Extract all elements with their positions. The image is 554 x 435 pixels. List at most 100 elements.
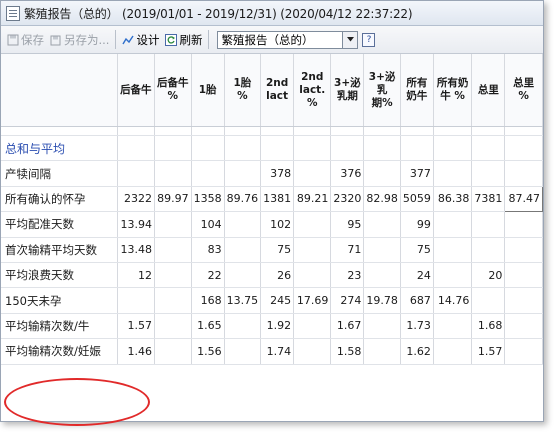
- save-button[interactable]: 保存: [4, 29, 47, 50]
- table-cell[interactable]: 26: [260, 262, 295, 289]
- table-cell[interactable]: 1.57: [117, 313, 155, 340]
- table-cell[interactable]: 95: [330, 211, 365, 238]
- table-cell[interactable]: 83: [191, 237, 225, 263]
- table-cell[interactable]: 2322: [117, 186, 155, 213]
- table-cell[interactable]: [117, 160, 155, 187]
- table-cell[interactable]: [363, 211, 401, 238]
- chevron-down-icon[interactable]: [343, 30, 359, 49]
- table-cell[interactable]: 1358: [191, 186, 225, 213]
- table-cell[interactable]: [224, 160, 262, 187]
- table-cell[interactable]: [471, 237, 506, 263]
- table-cell[interactable]: 1.73: [400, 313, 434, 340]
- table-cell[interactable]: 377: [400, 160, 434, 187]
- table-cell[interactable]: [433, 262, 473, 289]
- table-cell[interactable]: 1.57: [471, 338, 506, 365]
- table-cell[interactable]: [224, 338, 262, 365]
- table-cell[interactable]: [504, 237, 543, 263]
- table-cell[interactable]: [154, 160, 192, 187]
- table-cell[interactable]: 102: [260, 211, 295, 238]
- table-cell[interactable]: 1.58: [330, 338, 365, 365]
- table-cell[interactable]: [293, 237, 332, 263]
- save-as-button[interactable]: 另存为...: [47, 29, 112, 50]
- table-cell[interactable]: 86.38: [433, 186, 473, 213]
- table-cell[interactable]: 87.47: [504, 185, 543, 213]
- table-cell[interactable]: [293, 262, 332, 289]
- table-cell[interactable]: [293, 338, 332, 365]
- table-cell[interactable]: [363, 160, 401, 187]
- table-cell[interactable]: [224, 313, 262, 340]
- table-cell[interactable]: [433, 313, 473, 340]
- table-cell[interactable]: 378: [260, 160, 295, 187]
- table-cell[interactable]: 13.48: [117, 237, 155, 263]
- table-cell[interactable]: 5059: [400, 186, 434, 213]
- table-cell[interactable]: 89.21: [293, 186, 332, 213]
- column-header[interactable]: 2nd lact: [260, 54, 295, 127]
- table-cell[interactable]: 89.76: [224, 186, 262, 213]
- table-row[interactable]: 首次输精平均天数 13.48 83 75 71 75: [1, 237, 543, 263]
- table-cell[interactable]: [471, 160, 506, 187]
- table-cell[interactable]: 1.56: [191, 338, 225, 365]
- table-cell[interactable]: 20: [471, 262, 506, 289]
- table-cell[interactable]: 1.65: [191, 313, 225, 340]
- table-cell[interactable]: [117, 287, 155, 314]
- table-cell[interactable]: [471, 211, 506, 238]
- table-cell[interactable]: [224, 237, 262, 263]
- table-cell[interactable]: [504, 262, 543, 289]
- table-cell[interactable]: 1381: [260, 186, 295, 213]
- table-cell[interactable]: [504, 313, 543, 340]
- table-cell[interactable]: [363, 237, 401, 263]
- table-cell[interactable]: [433, 338, 473, 365]
- table-cell[interactable]: [363, 338, 401, 365]
- table-cell[interactable]: [433, 211, 473, 238]
- table-cell[interactable]: [504, 160, 543, 187]
- table-cell[interactable]: [471, 287, 506, 314]
- table-cell[interactable]: 1.67: [330, 313, 365, 340]
- table-cell[interactable]: 75: [400, 237, 434, 263]
- column-header[interactable]: 3+泌乳期: [330, 54, 365, 127]
- column-header[interactable]: 总里 %: [504, 54, 543, 127]
- table-row[interactable]: 平均浪费天数 12 22 26 23 24 20: [1, 262, 543, 289]
- table-cell[interactable]: [504, 211, 543, 238]
- column-header[interactable]: 2nd lact. %: [293, 54, 332, 127]
- design-button[interactable]: 设计: [119, 29, 162, 50]
- table-cell[interactable]: 7381: [471, 186, 506, 213]
- table-cell[interactable]: 12: [117, 262, 155, 289]
- table-cell[interactable]: 2320: [330, 186, 365, 213]
- table-cell[interactable]: [154, 237, 192, 263]
- column-header[interactable]: 后备牛 %: [154, 54, 192, 127]
- table-cell[interactable]: 17.69: [293, 287, 332, 314]
- table-row[interactable]: 150天未孕 168 13.75 245 17.69 274 19.78 687 14.76: [1, 287, 543, 314]
- table-cell[interactable]: 1.68: [471, 313, 506, 340]
- table-row[interactable]: 平均输精次数/妊娠 1.46 1.56 1.74 1.58 1.62 1.57: [1, 338, 543, 365]
- table-cell[interactable]: [224, 211, 262, 238]
- table-cell[interactable]: [293, 313, 332, 340]
- table-cell[interactable]: 376: [330, 160, 365, 187]
- report-select[interactable]: 繁殖报告（总的）: [217, 30, 344, 49]
- table-cell[interactable]: 89.97: [154, 186, 192, 213]
- table-cell[interactable]: [224, 262, 262, 289]
- table-cell[interactable]: [293, 211, 332, 238]
- column-header[interactable]: 所有奶牛: [400, 54, 434, 127]
- table-row[interactable]: 平均输精次数/牛 1.57 1.65 1.92 1.67 1.73 1.68: [1, 313, 543, 340]
- column-header[interactable]: 后备牛: [117, 54, 155, 127]
- table-cell[interactable]: [191, 160, 225, 187]
- table-cell[interactable]: 1.74: [260, 338, 295, 365]
- table-cell[interactable]: [433, 237, 473, 263]
- table-cell[interactable]: 82.98: [363, 186, 401, 213]
- table-cell[interactable]: 24: [400, 262, 434, 289]
- table-cell[interactable]: 14.76: [433, 287, 473, 314]
- table-cell[interactable]: [154, 262, 192, 289]
- table-cell[interactable]: 245: [260, 287, 295, 314]
- table-cell[interactable]: 75: [260, 237, 295, 263]
- column-header[interactable]: 所有奶牛 %: [433, 54, 473, 127]
- table-cell[interactable]: [154, 287, 192, 314]
- column-header[interactable]: 总里: [471, 54, 506, 127]
- table-cell[interactable]: 13.75: [224, 287, 262, 314]
- table-cell[interactable]: [154, 211, 192, 238]
- table-cell[interactable]: [504, 287, 543, 314]
- table-cell[interactable]: 71: [330, 237, 365, 263]
- table-cell[interactable]: [504, 338, 543, 365]
- table-cell[interactable]: 1.46: [117, 338, 155, 365]
- refresh-button[interactable]: 刷新: [162, 29, 205, 50]
- table-cell[interactable]: 687: [400, 287, 434, 314]
